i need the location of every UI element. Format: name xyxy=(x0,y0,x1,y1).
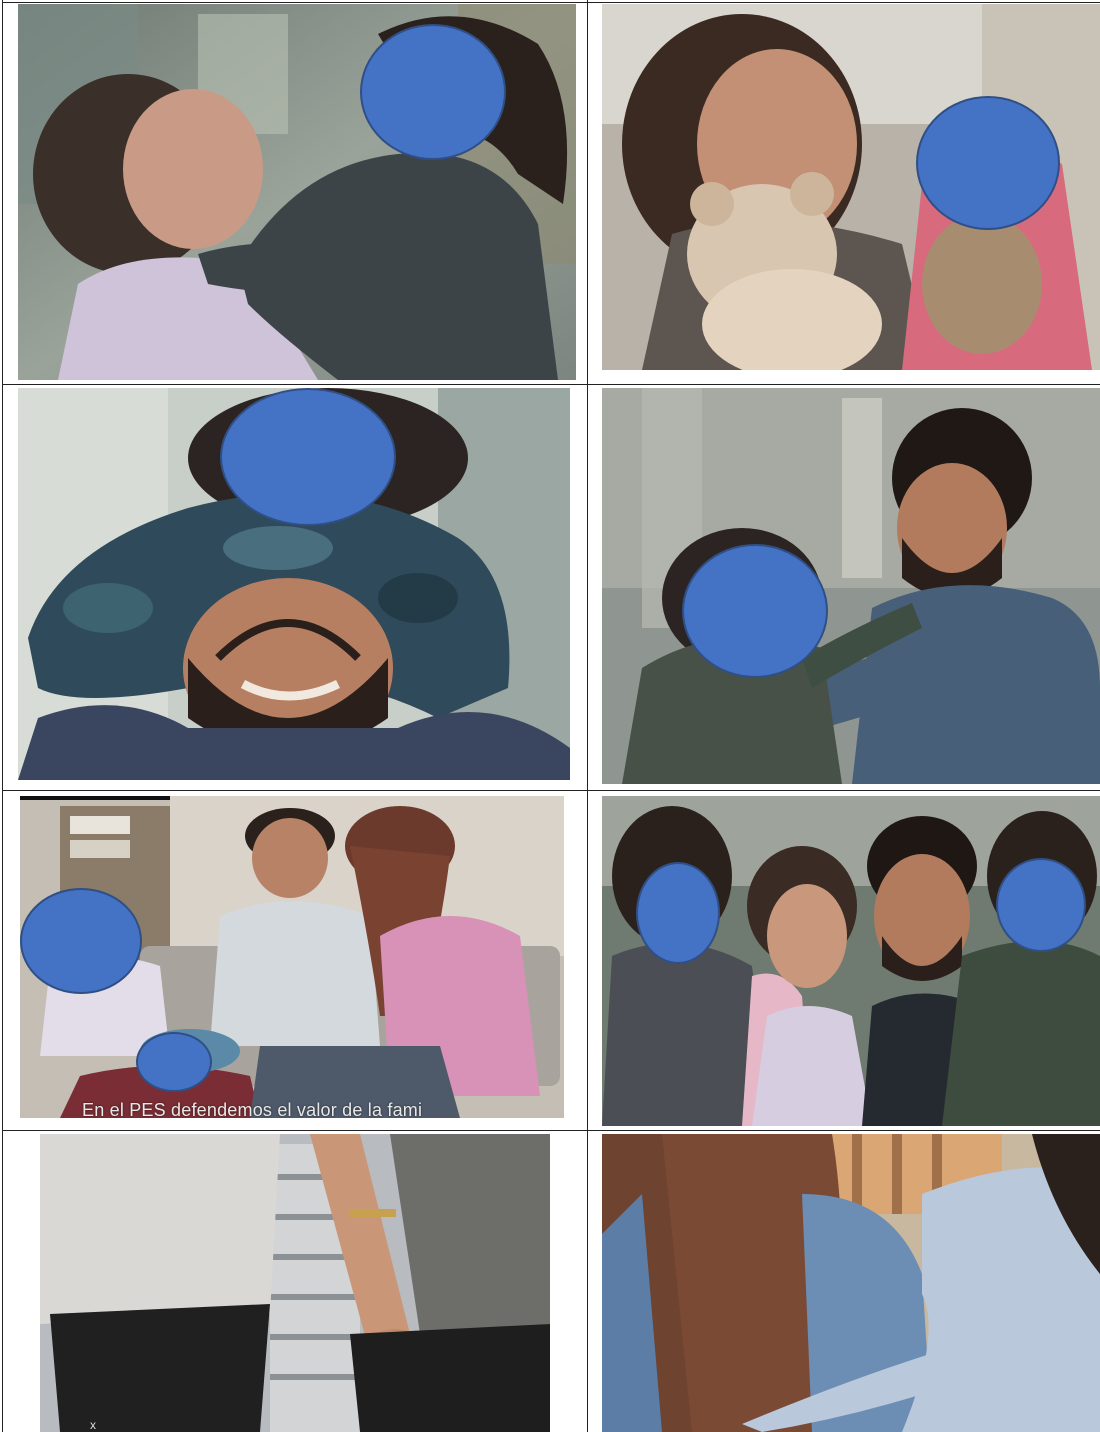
privacy-mask-ellipse-icon xyxy=(360,24,506,160)
video-progress-mark: x xyxy=(90,1418,96,1432)
privacy-mask-ellipse-icon xyxy=(636,862,720,964)
photo-child-on-father-shoulders xyxy=(18,388,570,780)
privacy-mask-ellipse-icon xyxy=(916,96,1060,230)
photo-mother-with-teddy-bear xyxy=(602,4,1100,370)
privacy-mask-ellipse-icon xyxy=(996,858,1086,952)
privacy-mask-ellipse-icon xyxy=(20,888,142,994)
table-border-top xyxy=(2,2,1100,3)
table-border-row-2 xyxy=(2,790,1100,791)
table-border-row-3 xyxy=(2,1130,1100,1131)
privacy-mask-ellipse-icon xyxy=(136,1032,212,1092)
photo-hugging-from-behind xyxy=(602,1134,1100,1432)
table-border-middle xyxy=(587,0,588,1432)
table-border-left xyxy=(2,0,3,1432)
photo-mother-hugging-child xyxy=(18,4,576,380)
photo-holding-hands xyxy=(40,1134,550,1432)
photo-family-playing-on-couch xyxy=(20,796,564,1118)
privacy-mask-ellipse-icon xyxy=(220,388,396,526)
video-subtitle-caption: En el PES defendemos el valor de la fami xyxy=(82,1100,423,1120)
table-border-row-1 xyxy=(2,384,1100,385)
photo-father-reaching-child xyxy=(602,388,1100,784)
photo-family-portrait xyxy=(602,796,1100,1126)
privacy-mask-ellipse-icon xyxy=(682,544,828,678)
